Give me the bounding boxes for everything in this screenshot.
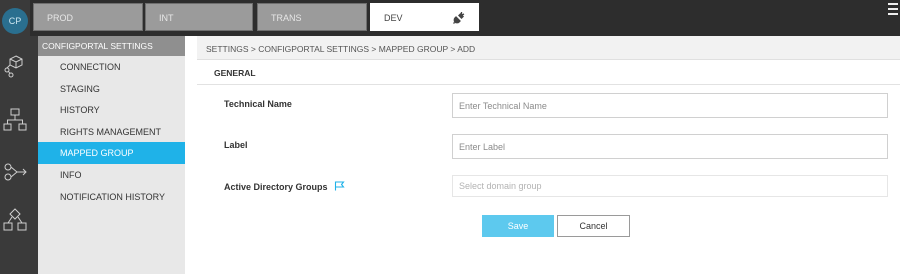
tab-dev[interactable]: DEV: [370, 3, 479, 31]
domain-group-select[interactable]: [452, 175, 888, 197]
breadcrumb: SETTINGS > CONFIGPORTAL SETTINGS > MAPPE…: [197, 36, 900, 60]
menu-title: CONFIGPORTAL SETTINGS: [38, 36, 185, 56]
tab-prod[interactable]: PROD: [33, 3, 143, 31]
settings-menu: CONFIGPORTAL SETTINGS CONNECTION STAGING…: [38, 36, 185, 274]
cancel-button[interactable]: Cancel: [557, 215, 630, 237]
section-title: GENERAL: [214, 68, 256, 78]
environment-tabbar: PROD INT TRANS DEV: [30, 0, 900, 36]
label-input[interactable]: [452, 134, 888, 159]
tab-label: PROD: [47, 13, 74, 23]
sidebar-item-staging[interactable]: STAGING: [38, 78, 185, 100]
technical-name-input[interactable]: [452, 93, 888, 118]
workflow-icon[interactable]: [1, 158, 29, 186]
tab-trans[interactable]: TRANS: [257, 3, 367, 31]
tab-label: DEV: [384, 13, 403, 23]
app-logo[interactable]: CP: [0, 6, 30, 36]
save-button[interactable]: Save: [482, 215, 554, 237]
sidebar-item-rights-management[interactable]: RIGHTS MANAGEMENT: [38, 121, 185, 143]
ad-groups-label: Active Directory Groups: [224, 181, 345, 192]
sidebar-item-notification-history[interactable]: NOTIFICATION HISTORY: [38, 186, 185, 208]
sidebar-item-info[interactable]: INFO: [38, 164, 185, 186]
icon-rail: CP: [0, 0, 30, 274]
hamburger-menu-icon[interactable]: [886, 0, 900, 22]
sidebar-item-connection[interactable]: CONNECTION: [38, 56, 185, 78]
sidebar-gutter: [30, 36, 38, 274]
diagram-icon[interactable]: [1, 206, 29, 234]
label-field-label: Label: [224, 140, 248, 150]
cube-network-icon[interactable]: [1, 52, 29, 80]
tab-int[interactable]: INT: [145, 3, 253, 31]
tab-label: INT: [159, 13, 174, 23]
ad-groups-label-text: Active Directory Groups: [224, 182, 328, 192]
flag-icon[interactable]: [334, 181, 345, 191]
section-divider: [197, 84, 900, 85]
logo-text: CP: [2, 8, 28, 34]
technical-name-label: Technical Name: [224, 99, 292, 109]
sidebar-item-mapped-group[interactable]: MAPPED GROUP: [38, 142, 185, 164]
sidebar-item-history[interactable]: HISTORY: [38, 99, 185, 121]
plug-icon: [453, 12, 465, 24]
tab-label: TRANS: [271, 13, 302, 23]
hierarchy-icon[interactable]: [1, 106, 29, 134]
